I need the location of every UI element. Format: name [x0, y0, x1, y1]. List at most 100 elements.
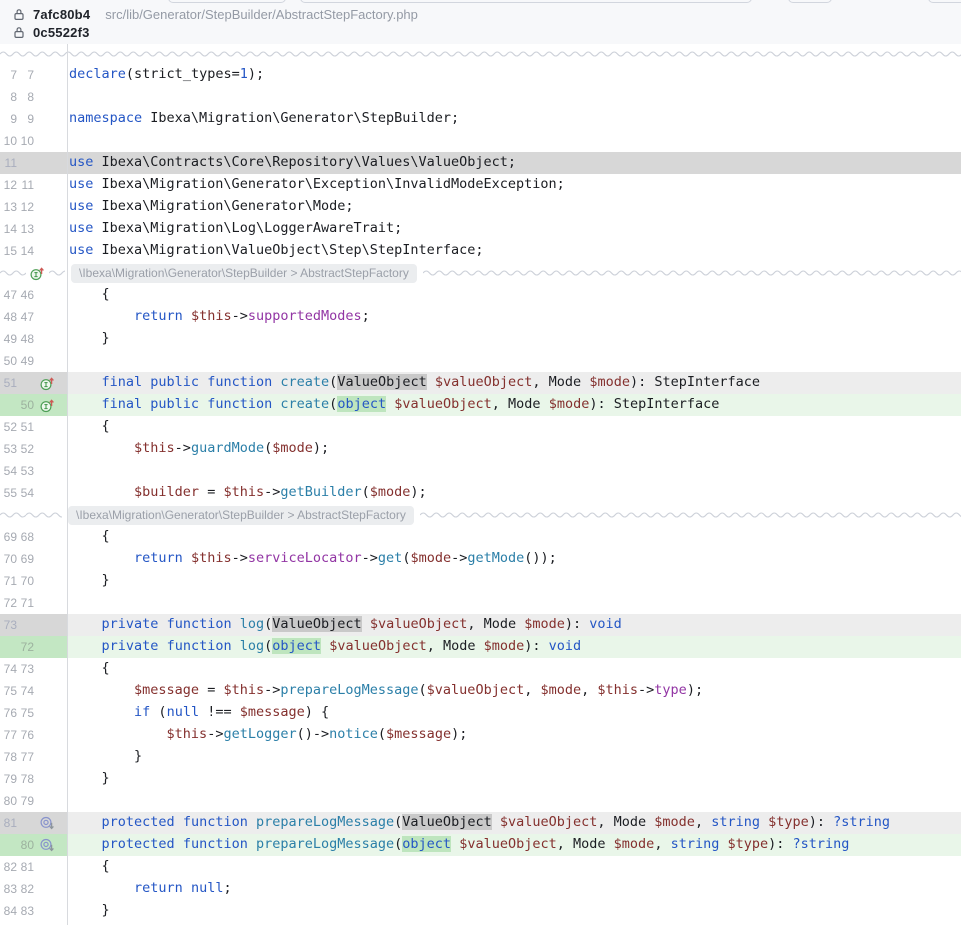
code-text[interactable]: use Ibexa\Migration\Generator\Mode; [68, 196, 961, 218]
code-text[interactable]: { [68, 856, 961, 878]
code-text[interactable]: final public function create(object $val… [68, 394, 961, 416]
new-line-number: 69 [17, 552, 34, 566]
code-text[interactable]: } [68, 768, 961, 790]
old-line-number: 79 [0, 772, 17, 786]
code-text[interactable]: } [68, 328, 961, 350]
gutter: 7574 [0, 680, 68, 702]
code-text[interactable]: } [68, 900, 961, 922]
gutter-divider [67, 44, 68, 64]
code-text[interactable]: } [68, 570, 961, 592]
code-line: 1010 [0, 130, 961, 152]
code-line: 50 final public function create(object $… [0, 394, 961, 416]
gutter: 73 [0, 614, 68, 636]
code-text[interactable]: return $this->supportedModes; [68, 306, 961, 328]
new-line-number: 10 [17, 134, 34, 148]
code-text[interactable]: { [68, 416, 961, 438]
code-text[interactable]: final public function create(ValueObject… [68, 372, 961, 394]
code-text[interactable]: $this->guardMode($mode); [68, 438, 961, 460]
gutter: 7473 [0, 658, 68, 680]
code-text[interactable]: $message = $this->prepareLogMessage($val… [68, 680, 961, 702]
old-line-number: 13 [0, 200, 17, 214]
code-text[interactable] [68, 592, 961, 614]
code-text[interactable]: { [68, 658, 961, 680]
code-text[interactable]: protected function prepareLogMessage(obj… [68, 834, 961, 856]
code-text[interactable]: return $this->serviceLocator->get($mode-… [68, 548, 961, 570]
new-line-number: 82 [17, 882, 34, 896]
old-line-number: 71 [0, 574, 17, 588]
old-line-number: 14 [0, 222, 17, 236]
code-text[interactable]: private function log(object $valueObject… [68, 636, 961, 658]
breadcrumb[interactable]: \Ibexa\Migration\Generator\StepBuilder >… [71, 264, 417, 283]
old-line-number: 54 [0, 464, 17, 478]
code-line: 7271 [0, 592, 961, 614]
old-line-number: 74 [0, 662, 17, 676]
old-line-number: 75 [0, 684, 17, 698]
collapsed-region-separator[interactable]: \Ibexa\Migration\Generator\StepBuilder >… [0, 504, 961, 526]
code-line: 88 [0, 86, 961, 108]
overridden-icon[interactable] [38, 816, 57, 831]
code-text[interactable]: use Ibexa\Migration\Log\LoggerAwareTrait… [68, 218, 961, 240]
diff-code-area: 77 declare(strict_types=1);8899namespace … [0, 64, 961, 922]
code-text[interactable] [68, 460, 961, 482]
code-text[interactable] [68, 790, 961, 812]
old-line-number: 50 [0, 354, 17, 368]
code-text[interactable]: use Ibexa\Migration\ValueObject\Step\Ste… [68, 240, 961, 262]
old-line-number: 12 [0, 178, 17, 192]
old-line-number: 77 [0, 728, 17, 742]
code-line: 73 private function log(ValueObject $val… [0, 614, 961, 636]
implements-icon[interactable] [38, 376, 57, 391]
new-line-number: 83 [17, 904, 34, 918]
overridden-icon[interactable] [38, 838, 57, 853]
gutter: 4746 [0, 284, 68, 306]
code-text[interactable]: return null; [68, 878, 961, 900]
code-text[interactable]: use Ibexa\Contracts\Core\Repository\Valu… [68, 152, 961, 174]
code-line: 5352 $this->guardMode($mode); [0, 438, 961, 460]
code-text[interactable]: { [68, 526, 961, 548]
new-line-number: 70 [17, 574, 34, 588]
implements-icon[interactable] [28, 266, 47, 281]
code-line: 7069 return $this->serviceLocator->get($… [0, 548, 961, 570]
commit-hash-right: 0c5522f3 [33, 25, 90, 40]
old-line-number: 76 [0, 706, 17, 720]
code-text[interactable]: declare(strict_types=1); [68, 64, 961, 86]
code-line: 7776 $this->getLogger()->notice($message… [0, 724, 961, 746]
new-line-number: 14 [17, 244, 34, 258]
code-line: 72 private function log(object $valueObj… [0, 636, 961, 658]
cropped-toolbar-chip [300, 0, 752, 3]
code-line: 7473 { [0, 658, 961, 680]
gutter: 8382 [0, 878, 68, 900]
code-line: 51 final public function create(ValueObj… [0, 372, 961, 394]
breadcrumb[interactable]: \Ibexa\Migration\Generator\StepBuilder >… [68, 506, 414, 525]
new-line-number: 48 [17, 332, 34, 346]
old-line-number: 69 [0, 530, 17, 544]
code-text[interactable]: { [68, 284, 961, 306]
code-line: 7978 } [0, 768, 961, 790]
new-line-number: 73 [17, 662, 34, 676]
code-line: 6968 { [0, 526, 961, 548]
code-line: 5251 { [0, 416, 961, 438]
code-text[interactable] [68, 86, 961, 108]
gutter-divider [67, 262, 68, 284]
new-line-number: 75 [17, 706, 34, 720]
code-line: 80 protected function prepareLogMessage(… [0, 834, 961, 856]
old-line-number: 49 [0, 332, 17, 346]
code-line: 8281 { [0, 856, 961, 878]
code-text[interactable]: private function log(ValueObject $valueO… [68, 614, 961, 636]
code-text[interactable]: $this->getLogger()->notice($message); [68, 724, 961, 746]
gutter: 5453 [0, 460, 68, 482]
code-text[interactable]: } [68, 746, 961, 768]
code-line: 11use Ibexa\Contracts\Core\Repository\Va… [0, 152, 961, 174]
implements-icon[interactable] [38, 398, 57, 413]
code-text[interactable]: use Ibexa\Migration\Generator\Exception\… [68, 174, 961, 196]
code-text[interactable] [68, 350, 961, 372]
gutter: 99 [0, 108, 68, 130]
top-collapsed-separator[interactable] [0, 44, 961, 64]
code-text[interactable]: $builder = $this->getBuilder($mode); [68, 482, 961, 504]
collapsed-region-separator[interactable]: \Ibexa\Migration\Generator\StepBuilder >… [0, 262, 961, 284]
code-text[interactable]: if (null !== $message) { [68, 702, 961, 724]
new-line-number: 53 [17, 464, 34, 478]
code-text[interactable]: protected function prepareLogMessage(Val… [68, 812, 961, 834]
code-text[interactable] [68, 130, 961, 152]
code-line: 5453 [0, 460, 961, 482]
code-text[interactable]: namespace Ibexa\Migration\Generator\Step… [68, 108, 961, 130]
